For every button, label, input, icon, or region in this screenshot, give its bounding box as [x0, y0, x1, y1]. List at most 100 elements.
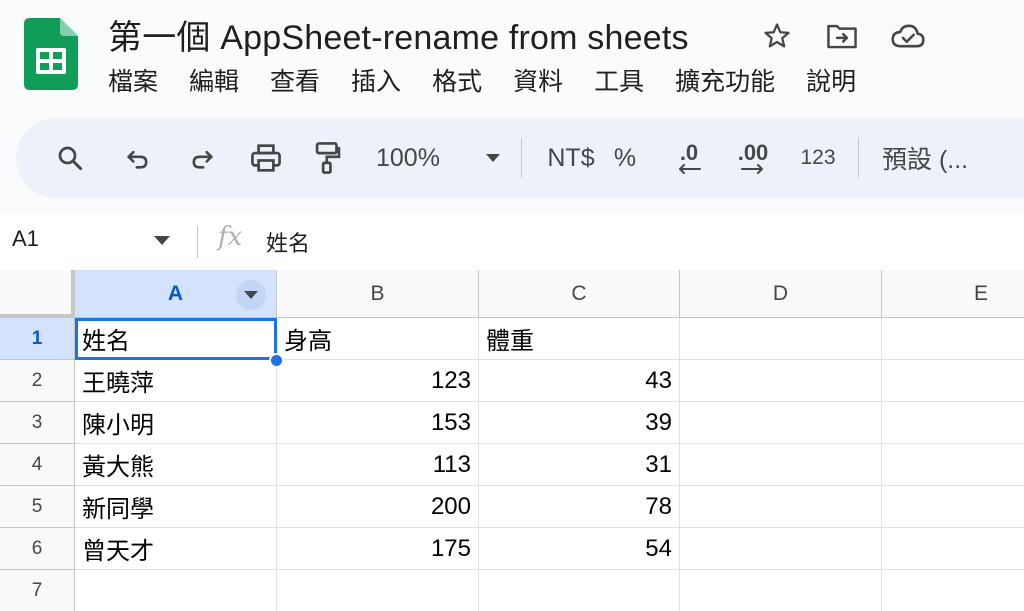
- row-header-7[interactable]: 7: [0, 570, 75, 611]
- cell-b3[interactable]: 153: [277, 402, 479, 444]
- row-header-3[interactable]: 3: [0, 402, 75, 444]
- column-header-c[interactable]: C: [479, 270, 680, 318]
- name-box[interactable]: A1: [12, 226, 39, 252]
- cell-e3[interactable]: [882, 402, 1024, 444]
- cell-e4[interactable]: [882, 444, 1024, 486]
- increase-decimal-button[interactable]: .00: [730, 118, 776, 198]
- cell-b7[interactable]: [277, 570, 479, 611]
- cell-c2[interactable]: 43: [479, 360, 680, 402]
- cell-e7[interactable]: [882, 570, 1024, 611]
- cell-d6[interactable]: [680, 528, 882, 570]
- chevron-down-icon[interactable]: [154, 236, 170, 245]
- redo-icon[interactable]: [182, 118, 222, 198]
- cell-d1[interactable]: [680, 318, 882, 360]
- column-menu-button[interactable]: [236, 280, 266, 310]
- cell-e1[interactable]: [882, 318, 1024, 360]
- move-to-folder-icon[interactable]: [826, 18, 890, 54]
- cell-a6[interactable]: 曾天才: [75, 528, 277, 570]
- menu-extensions[interactable]: 擴充功能: [675, 62, 775, 102]
- arrow-left-icon: [679, 164, 701, 174]
- cell-a5[interactable]: 新同學: [75, 486, 277, 528]
- currency-format-button[interactable]: NT$: [534, 118, 608, 198]
- column-label: D: [772, 281, 789, 305]
- menu-data[interactable]: 資料: [513, 62, 563, 102]
- search-icon[interactable]: [50, 118, 90, 198]
- cell-d7[interactable]: [680, 570, 882, 611]
- toolbar-divider: [521, 138, 522, 178]
- sheets-logo-icon[interactable]: [24, 18, 78, 90]
- cell-a7[interactable]: [75, 570, 277, 611]
- row-header-6[interactable]: 6: [0, 528, 75, 570]
- sheet-grid: A B C D E 1 姓名 身高 體重 2 王曉萍 123 43 3 陳小明 153 39 4 黃大熊 1…: [0, 270, 1024, 611]
- formula-bar: A1 fx 姓名: [0, 214, 1024, 270]
- zoom-select[interactable]: 100%: [376, 118, 500, 198]
- cell-a1[interactable]: 姓名: [75, 318, 277, 360]
- cell-b1[interactable]: 身高: [277, 318, 479, 360]
- column-label: A: [167, 281, 184, 305]
- percent-label: %: [613, 143, 637, 172]
- column-label: C: [571, 281, 587, 305]
- cell-d3[interactable]: [680, 402, 882, 444]
- cell-d2[interactable]: [680, 360, 882, 402]
- row-header-5[interactable]: 5: [0, 486, 75, 528]
- select-all-corner[interactable]: [0, 270, 75, 318]
- row-header-1[interactable]: 1: [0, 318, 75, 360]
- cell-c6[interactable]: 54: [479, 528, 680, 570]
- percent-format-button[interactable]: %: [610, 118, 640, 198]
- menu-format[interactable]: 格式: [432, 62, 482, 102]
- font-label: 預設 (...: [882, 146, 969, 174]
- document-title[interactable]: 第一個 AppSheet-rename from sheets: [108, 10, 689, 59]
- cell-c4[interactable]: 31: [479, 444, 680, 486]
- cell-d5[interactable]: [680, 486, 882, 528]
- column-header-b[interactable]: B: [277, 270, 479, 318]
- menu-file[interactable]: 檔案: [108, 62, 158, 102]
- fill-handle[interactable]: [269, 353, 284, 368]
- paint-format-icon[interactable]: [308, 118, 348, 198]
- title-actions: [762, 18, 954, 54]
- cell-d4[interactable]: [680, 444, 882, 486]
- cell-c3[interactable]: 39: [479, 402, 680, 444]
- cell-c7[interactable]: [479, 570, 680, 611]
- menu-view[interactable]: 查看: [270, 62, 320, 102]
- star-icon[interactable]: [762, 18, 826, 54]
- formula-input[interactable]: 姓名: [266, 226, 310, 258]
- chevron-down-icon: [486, 154, 500, 162]
- cloud-saved-icon[interactable]: [890, 18, 954, 54]
- menu-tools[interactable]: 工具: [594, 62, 644, 102]
- undo-icon[interactable]: [118, 118, 158, 198]
- zoom-value: 100%: [376, 143, 440, 172]
- toolbar: 100% NT$ % .0 .00 123 預設 (...: [16, 118, 1024, 198]
- menu-insert[interactable]: 插入: [351, 62, 401, 102]
- font-select[interactable]: 預設 (...: [882, 118, 1002, 198]
- cell-a2[interactable]: 王曉萍: [75, 360, 277, 402]
- print-icon[interactable]: [246, 118, 286, 198]
- cell-a3[interactable]: 陳小明: [75, 402, 277, 444]
- cell-b6[interactable]: 175: [277, 528, 479, 570]
- menu-help[interactable]: 說明: [806, 62, 856, 102]
- cell-b4[interactable]: 113: [277, 444, 479, 486]
- column-header-d[interactable]: D: [680, 270, 882, 318]
- row-header-4[interactable]: 4: [0, 444, 75, 486]
- more-formats-button[interactable]: 123: [794, 118, 842, 198]
- number-format-label: 123: [800, 146, 836, 169]
- cell-e5[interactable]: [882, 486, 1024, 528]
- row-header-2[interactable]: 2: [0, 360, 75, 402]
- column-label: E: [974, 281, 989, 305]
- cell-b2[interactable]: 123: [277, 360, 479, 402]
- arrow-right-icon: [741, 164, 763, 174]
- fx-icon: fx: [218, 222, 243, 252]
- spreadsheet-app: 第一個 AppSheet-rename from sheets 檔案 編輯 查看…: [0, 0, 1024, 611]
- cell-e2[interactable]: [882, 360, 1024, 402]
- decrease-decimal-button[interactable]: .0: [666, 118, 712, 198]
- currency-label: NT$: [547, 143, 595, 172]
- cell-c1[interactable]: 體重: [479, 318, 680, 360]
- cell-e6[interactable]: [882, 528, 1024, 570]
- cell-b5[interactable]: 200: [277, 486, 479, 528]
- cell-c5[interactable]: 78: [479, 486, 680, 528]
- menu-edit[interactable]: 編輯: [189, 62, 239, 102]
- cell-a4[interactable]: 黃大熊: [75, 444, 277, 486]
- column-header-e[interactable]: E: [882, 270, 1024, 318]
- increase-decimal-label: .00: [737, 140, 769, 165]
- column-header-a[interactable]: A: [75, 270, 277, 318]
- decrease-decimal-label: .0: [679, 140, 699, 165]
